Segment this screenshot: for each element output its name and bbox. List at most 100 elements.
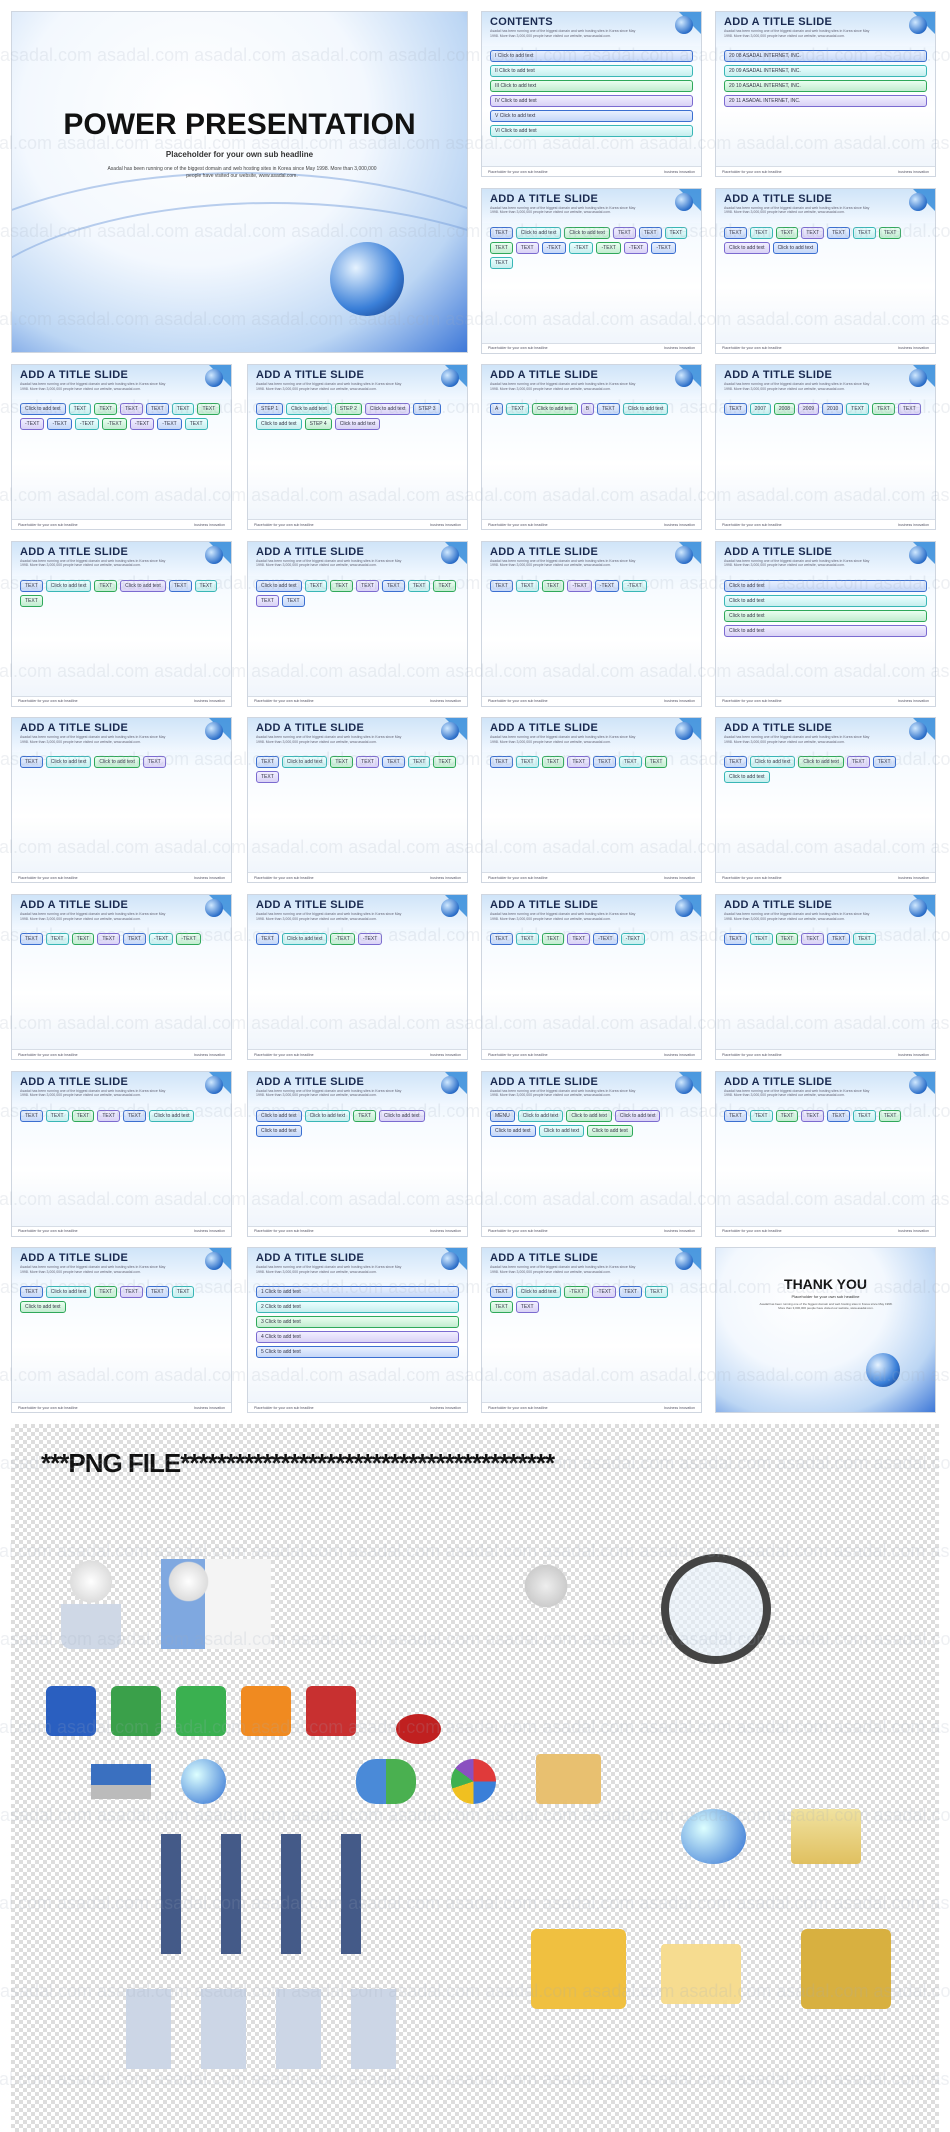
slide-text-box: -TEXT: [357, 933, 383, 945]
slide-text-box: Click to add text: [20, 403, 66, 416]
slide-text-box: -TEXT: [330, 933, 355, 945]
slide-text-box: 5 Click to add text: [256, 1346, 459, 1359]
title-slide-preview: POWER PRESENTATION Placeholder for your …: [11, 11, 468, 353]
footer-left: Placeholder for your own sub headline: [722, 875, 782, 880]
slide-text-box: TEXT: [515, 1301, 539, 1314]
footer-right: business innovation: [194, 1405, 225, 1410]
footer-left: Placeholder for your own sub headline: [488, 699, 548, 704]
folder-icon: [111, 1686, 161, 1736]
slide-text-box: TEXT: [515, 241, 539, 254]
slide-body: TEXT TEXT TEXT TEXT TEXT Click to add text: [12, 1106, 231, 1224]
users-icon: [356, 1759, 416, 1804]
slide-thumbnail: ADD A TITLE SLIDE Asadal has been running…: [11, 540, 232, 707]
chart-icon: [791, 1809, 861, 1864]
slide-text-box: TEXT: [645, 1286, 668, 1299]
slide-body: TEXT Click to add text TEXT TEXT TEXT TEXT Cli…: [12, 1282, 231, 1400]
slide-title: ADD A TITLE SLIDE: [490, 369, 599, 382]
slide-text-box: TEXT: [168, 579, 192, 592]
slide-body: TEXT TEXT TEXT TEXT TEXT TEXT TEXT Click to add…: [716, 223, 935, 341]
slide-text-box: TEXT: [878, 226, 902, 239]
slide-header: ADD A TITLE SLIDE Asadal has been running…: [716, 1071, 935, 1106]
slide-title: ADD A TITLE SLIDE: [490, 545, 599, 558]
thanks-subtitle: Placeholder for your own sub headline: [791, 1294, 860, 1299]
slide-text-box: TEXT: [490, 241, 513, 254]
folder-arrow-icon: [801, 1929, 891, 2009]
slide-text-box: Click to add text: [378, 1109, 425, 1122]
slide-text-box: TEXT: [724, 226, 747, 239]
globe-icon: [909, 1075, 927, 1094]
slide-footer: Placeholder for your own sub headline bus…: [12, 872, 231, 883]
slide-header: ADD A TITLE SLIDE Asadal has been running…: [716, 188, 935, 223]
slide-text-box: Click to add text: [564, 226, 610, 239]
slide-text-box: TEXT: [597, 403, 620, 416]
slide-text-box: IV Click to add text: [490, 95, 693, 107]
slide-text-box: -TEXT: [157, 418, 182, 431]
slide-thumbnail: ADD A TITLE SLIDE Asadal has been running…: [481, 1247, 702, 1414]
slide-text-box: TEXT: [878, 1109, 902, 1122]
slide-text-box: TEXT: [353, 1109, 376, 1122]
footer-left: Placeholder for your own sub headline: [254, 522, 314, 527]
slide-text-box: TEXT: [184, 418, 208, 431]
slide-text-box: TEXT: [145, 1286, 169, 1299]
slide-header: ADD A TITLE SLIDE Asadal has been running…: [248, 895, 467, 929]
globe-icon: [441, 899, 459, 917]
footer-left: Placeholder for your own sub headline: [488, 875, 548, 880]
slide-text-box: 2007: [749, 403, 771, 416]
footer-left: Placeholder for your own sub headline: [254, 1052, 314, 1057]
slide-text-box: MENU: [490, 1109, 515, 1122]
slide-title: ADD A TITLE SLIDE: [724, 899, 833, 911]
slide-subtitle: Asadal has been running one of the bigge…: [256, 1088, 402, 1098]
slide-text-box: TEXT: [541, 579, 565, 592]
slide-text-box: Click to add text: [566, 1109, 612, 1122]
slide-text-box: -TEXT: [129, 418, 155, 431]
slide-text-box: TEXT: [490, 933, 513, 945]
slide-footer: Placeholder for your own sub headline bus…: [482, 872, 701, 883]
slide-text-box: TEXT: [801, 933, 825, 945]
slide-text-box: Click to add text: [120, 579, 166, 592]
slide-text-box: 20 11 ASADAL INTERNET, INC.: [724, 95, 927, 107]
slide-subtitle: Asadal has been running one of the bigge…: [490, 205, 636, 215]
globe-icon: [441, 1075, 459, 1094]
slide-text-box: 2 Click to add text: [256, 1301, 459, 1314]
slide-text-box: TEXT: [281, 594, 305, 607]
slide-text-box: TEXT: [20, 756, 43, 769]
footer-left: Placeholder for your own sub headline: [722, 699, 782, 704]
slide-subtitle: Asadal has been running one of the bigge…: [490, 29, 636, 38]
slide-subtitle: Asadal has been running one of the bigge…: [20, 912, 166, 921]
slide-footer: Placeholder for your own sub headline bus…: [716, 695, 935, 706]
slide-footer: Placeholder for your own sub headline bus…: [12, 1049, 231, 1059]
footer-left: Placeholder for your own sub headline: [254, 1229, 314, 1234]
slide-footer: Placeholder for your own sub headline bus…: [248, 1225, 467, 1236]
slide-body: TEXT Click to add text TEXT TEXT TEXT TEXT TEX…: [248, 752, 467, 870]
slide-text-box: TEXT: [171, 403, 195, 416]
slide-thumbnail: ADD A TITLE SLIDE Asadal has been running…: [715, 717, 936, 884]
slide-text-box: V Click to add text: [490, 110, 693, 122]
slide-thumbnail: ADD A TITLE SLIDE Asadal has been running…: [481, 364, 702, 531]
mouse-icon: [396, 1714, 441, 1744]
globe-laptop-icon: [681, 1809, 746, 1864]
slide-subtitle: Asadal has been running one of the bigge…: [490, 912, 636, 921]
slide-title: ADD A TITLE SLIDE: [20, 1252, 129, 1265]
slide-text-box: -TEXT: [564, 1286, 589, 1299]
footer-right: business innovation: [194, 1052, 225, 1057]
slide-subtitle: Asadal has been running one of the bigge…: [724, 912, 870, 921]
magnifier-icon: [661, 1554, 771, 1664]
slide-text-box: TEXT: [256, 594, 279, 607]
footer-right: business innovation: [194, 522, 225, 527]
slide-header: ADD A TITLE SLIDE Asadal has been running…: [716, 541, 935, 576]
slide-footer: Placeholder for your own sub headline bus…: [482, 695, 701, 706]
slide-header: ADD A TITLE SLIDE Asadal has been running…: [12, 895, 231, 929]
globe-icon: [909, 16, 927, 34]
slide-header: ADD A TITLE SLIDE Asadal has been running…: [248, 718, 467, 753]
footer-left: Placeholder for your own sub headline: [488, 1405, 548, 1410]
slide-text-box: TEXT: [20, 594, 43, 607]
slide-text-box: TEXT: [145, 403, 169, 416]
slide-body: TEXT Click to add text Click to add text TE…: [716, 752, 935, 870]
slide-header: ADD A TITLE SLIDE Asadal has been running…: [482, 895, 701, 929]
slide-text-box: -TEXT: [176, 933, 201, 945]
slide-body: Click to add text Click to add text TEXT Cl…: [248, 1106, 467, 1224]
slide-text-box: 2009: [798, 403, 820, 416]
globe-icon: [675, 899, 693, 917]
slide-text-box: Click to add text: [724, 594, 927, 607]
slide-text-box: TEXT: [619, 1286, 643, 1299]
